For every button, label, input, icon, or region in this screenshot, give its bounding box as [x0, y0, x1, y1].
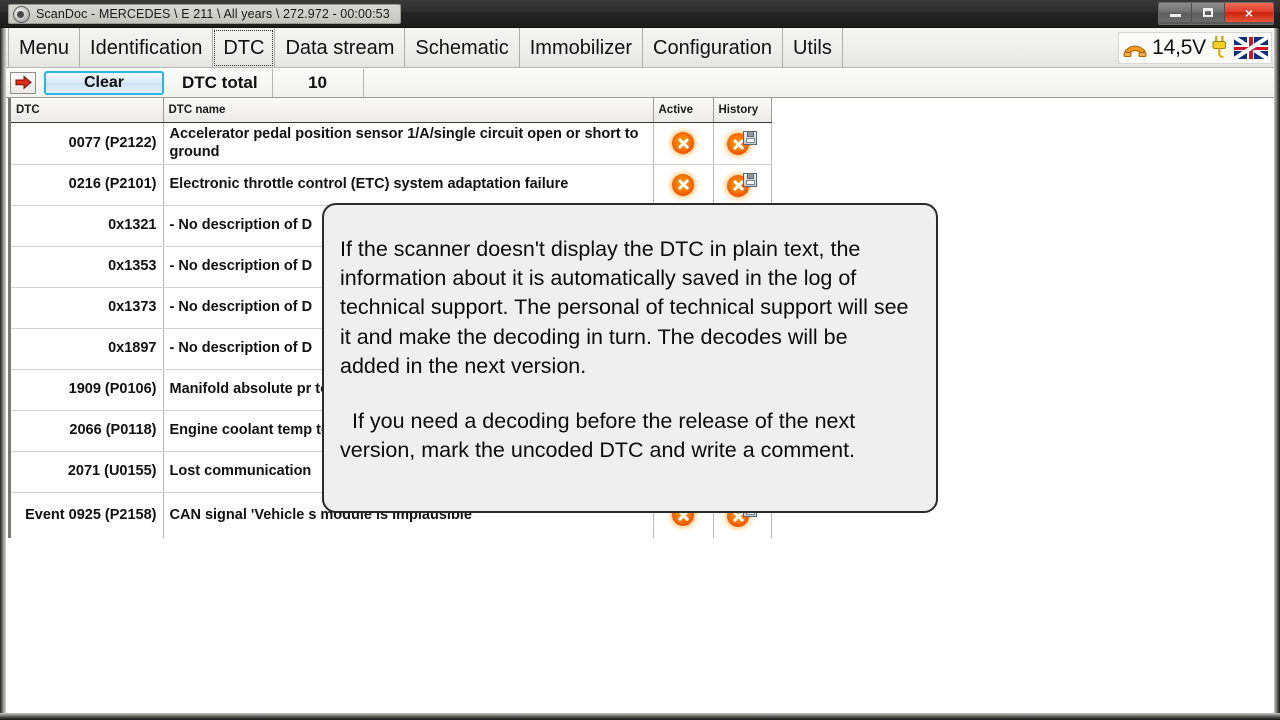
dtc-total-value: 10 — [271, 68, 364, 97]
maximize-button[interactable] — [1192, 3, 1225, 22]
tab-bar: Menu Identification DTC Data stream Sche… — [0, 28, 1280, 94]
scandoc-logo-icon — [13, 5, 30, 23]
maximize-icon — [1203, 8, 1213, 17]
window-frame-right — [1274, 28, 1280, 720]
column-header-dtc-name[interactable]: DTC name — [163, 98, 654, 123]
cell-active-status — [653, 122, 714, 165]
toolbar: Clear DTC total 10 — [0, 68, 1280, 98]
window-frame-left — [0, 28, 6, 720]
error-cross-icon — [672, 173, 694, 196]
error-cross-icon — [672, 132, 694, 155]
cell-dtc-name: Accelerator pedal position sensor 1/A/si… — [163, 122, 654, 165]
tab-immobilizer[interactable]: Immobilizer — [518, 28, 643, 68]
cell-dtc-code: 0x1373 — [11, 287, 164, 329]
minimize-icon — [1169, 14, 1181, 17]
power-plug-icon — [1212, 36, 1226, 59]
minimize-button[interactable] — [1159, 3, 1192, 22]
tooltip-paragraph-2: If you need a decoding before the releas… — [340, 409, 856, 463]
table-header-row: DTC DTC name Active History — [11, 98, 772, 123]
tooltip-paragraph-1: If the scanner doesn't display the DTC i… — [340, 237, 909, 378]
tab-utils[interactable]: Utils — [781, 28, 843, 68]
cell-dtc-code: Event 0925 (P2158) — [11, 492, 164, 539]
cell-dtc-code: 1909 (P0106) — [11, 369, 164, 411]
dtc-total-label: DTC total — [182, 72, 258, 92]
empty-content-pane — [8, 538, 1270, 712]
cell-dtc-code: 0x1353 — [11, 246, 164, 288]
table-row[interactable]: 0077 (P2122) Accelerator pedal position s… — [11, 122, 772, 165]
floppy-disk-icon — [743, 131, 757, 146]
tab-schematic[interactable]: Schematic — [404, 28, 520, 68]
telephone-icon — [1123, 45, 1147, 57]
battery-voltage: 14,5V — [1152, 36, 1206, 59]
uk-flag-icon[interactable] — [1234, 37, 1268, 59]
application-window: ScanDoc - MERCEDES \ E 211 \ All years \… — [0, 0, 1280, 720]
tab-identification[interactable]: Identification — [79, 28, 214, 68]
cell-dtc-code: 2071 (U0155) — [11, 451, 164, 493]
clear-button[interactable]: Clear — [44, 70, 164, 95]
window-frame-bottom — [0, 713, 1280, 720]
cell-dtc-code: 0216 (P2101) — [11, 164, 164, 206]
cell-active-status — [653, 164, 714, 206]
cell-dtc-name: Electronic throttle control (ETC) system… — [163, 164, 654, 206]
title-bar: ScanDoc - MERCEDES \ E 211 \ All years \… — [0, 0, 1280, 28]
floppy-disk-icon — [743, 172, 757, 187]
cell-history-status — [713, 122, 772, 165]
back-arrow-icon — [15, 75, 32, 90]
back-button[interactable] — [10, 71, 36, 94]
cell-dtc-code: 0x1897 — [11, 328, 164, 370]
title-strip: ScanDoc - MERCEDES \ E 211 \ All years \… — [8, 4, 401, 24]
cell-dtc-code: 0077 (P2122) — [11, 122, 164, 165]
column-header-history[interactable]: History — [713, 98, 772, 123]
tab-data-stream[interactable]: Data stream — [274, 28, 406, 68]
window-title: ScanDoc - MERCEDES \ E 211 \ All years \… — [36, 7, 390, 21]
cell-history-status — [713, 164, 772, 206]
tab-menu[interactable]: Menu — [8, 28, 81, 68]
close-button[interactable]: × — [1225, 3, 1273, 22]
column-header-dtc[interactable]: DTC — [11, 98, 164, 123]
cell-dtc-code: 2066 (P0118) — [11, 410, 164, 452]
tab-dtc[interactable]: DTC — [212, 28, 276, 68]
status-cluster: 14,5V — [1118, 32, 1272, 64]
column-header-active[interactable]: Active — [653, 98, 714, 123]
history-error-icon — [727, 172, 757, 197]
table-row[interactable]: 0216 (P2101) Electronic throttle control … — [11, 164, 772, 206]
window-controls: × — [1158, 2, 1274, 25]
history-error-icon — [727, 131, 757, 156]
tab-configuration[interactable]: Configuration — [642, 28, 783, 68]
cell-dtc-code: 0x1321 — [11, 205, 164, 247]
tab-list: Menu Identification DTC Data stream Sche… — [8, 28, 843, 68]
info-tooltip: If the scanner doesn't display the DTC i… — [322, 203, 938, 513]
